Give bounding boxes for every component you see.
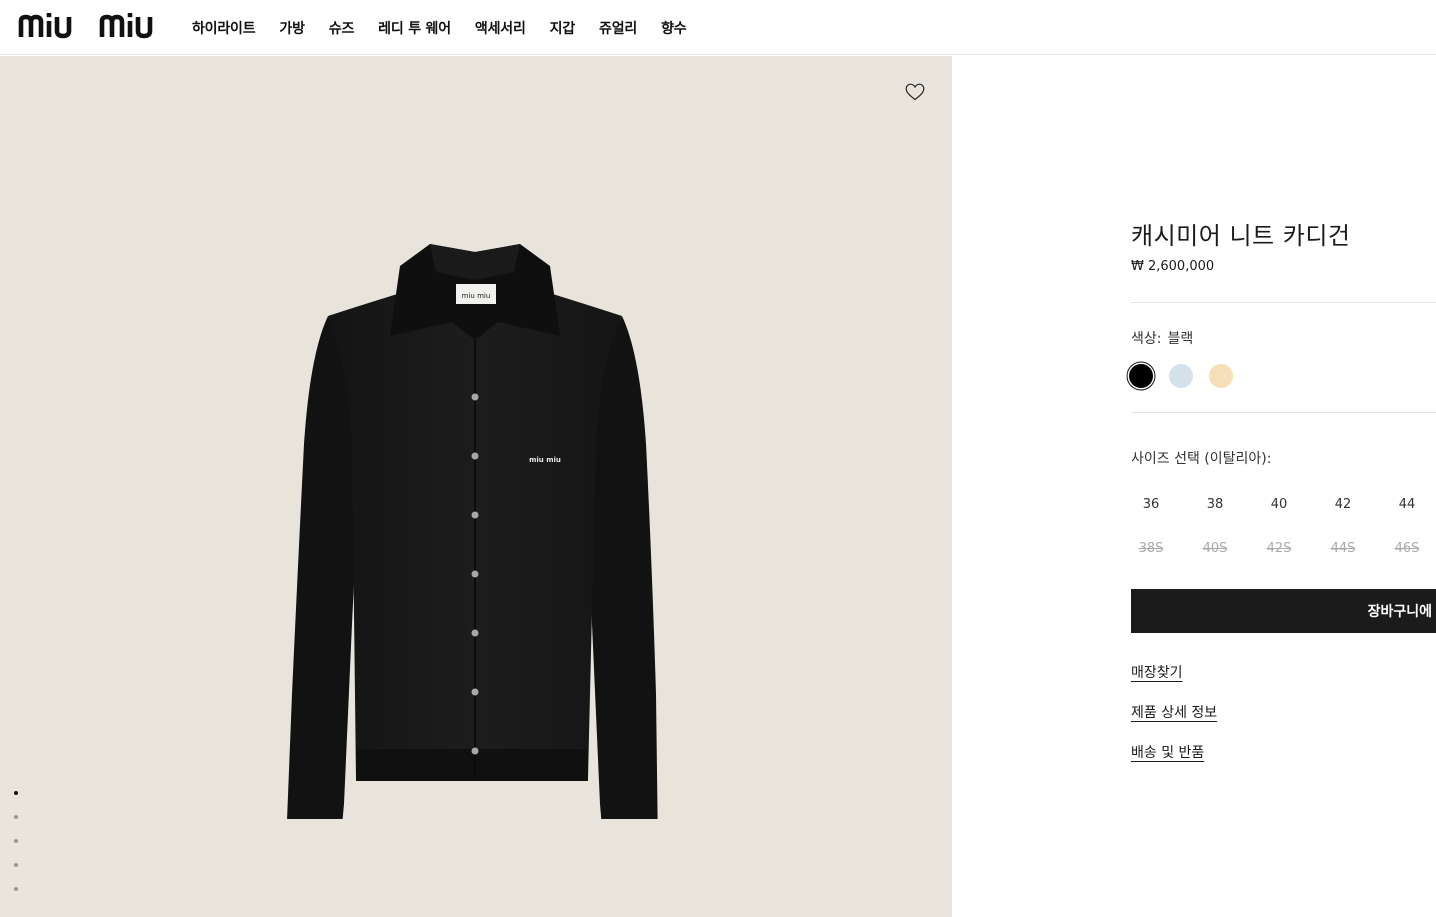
gallery-dot-4[interactable] [14, 863, 18, 867]
miu-miu-logo[interactable] [18, 12, 166, 40]
color-value: 블랙 [1167, 331, 1194, 347]
nav-item-jewelry[interactable]: 쥬얼리 [599, 18, 637, 38]
color-swatch-black[interactable] [1129, 364, 1153, 388]
logo-wordmark [18, 13, 153, 39]
product-details-link[interactable]: 제품 상세 정보 [1131, 702, 1217, 722]
gallery-dot-2[interactable] [14, 815, 18, 819]
nav-item-ready-to-wear[interactable]: 레디 투 웨어 [378, 18, 451, 38]
shipping-returns-link[interactable]: 배송 및 반품 [1131, 742, 1204, 762]
heart-outline-icon [905, 83, 925, 101]
divider [1131, 302, 1436, 303]
size-option[interactable]: 40 [1259, 497, 1299, 512]
product-price: ₩ 2,600,000 [1131, 259, 1215, 274]
size-option[interactable]: 36 [1131, 497, 1171, 512]
nav-item-highlights[interactable]: 하이라이트 [192, 18, 256, 38]
divider [1131, 412, 1436, 413]
garment-label-text: miu miu [462, 292, 491, 300]
gallery-dot-1[interactable] [14, 791, 18, 795]
gallery-pagination [14, 791, 24, 911]
size-option-unavailable[interactable]: 44S [1323, 541, 1363, 556]
size-option-unavailable[interactable]: 42S [1259, 541, 1299, 556]
gallery-dot-3[interactable] [14, 839, 18, 843]
gallery-dot-5[interactable] [14, 887, 18, 891]
size-option[interactable]: 38 [1195, 497, 1235, 512]
main-nav: 하이라이트 가방 슈즈 레디 투 웨어 액세서리 지갑 쥬얼리 향수 [192, 0, 710, 55]
chest-embroidery-text: miu miu [529, 456, 561, 464]
wishlist-button[interactable] [902, 80, 928, 104]
size-option[interactable]: 42 [1323, 497, 1363, 512]
color-label: 색상: 블랙 [1131, 328, 1193, 348]
size-label: 사이즈 선택 (이탈리아): [1131, 451, 1272, 467]
product-title: 캐시미어 니트 카디건 [1131, 222, 1351, 250]
size-option-unavailable[interactable]: 40S [1195, 541, 1235, 556]
size-option-unavailable[interactable]: 38S [1131, 541, 1171, 556]
nav-item-wallets[interactable]: 지갑 [550, 18, 576, 38]
color-label-text: 색상: [1131, 331, 1162, 347]
product-image-cardigan: miu miu miu miu [287, 244, 658, 819]
nav-item-shoes[interactable]: 슈즈 [329, 18, 355, 38]
nav-item-fragrance[interactable]: 향수 [661, 18, 687, 38]
size-option-unavailable[interactable]: 46S [1387, 541, 1427, 556]
store-locator-link[interactable]: 매장찾기 [1131, 662, 1183, 682]
nav-item-accessories[interactable]: 액세서리 [475, 18, 526, 38]
color-swatch-light-blue[interactable] [1169, 364, 1193, 388]
size-option[interactable]: 44 [1387, 497, 1427, 512]
nav-item-bags[interactable]: 가방 [279, 18, 305, 38]
add-to-cart-button[interactable]: 장바구니에 [1131, 589, 1436, 633]
product-info-panel: 캐시미어 니트 카디건 ₩ 2,600,000 색상: 블랙 사이즈 선택 (이탈… [1129, 0, 1436, 917]
product-gallery[interactable]: miu miu miu miu [0, 56, 952, 917]
color-swatch-cream[interactable] [1209, 364, 1233, 388]
